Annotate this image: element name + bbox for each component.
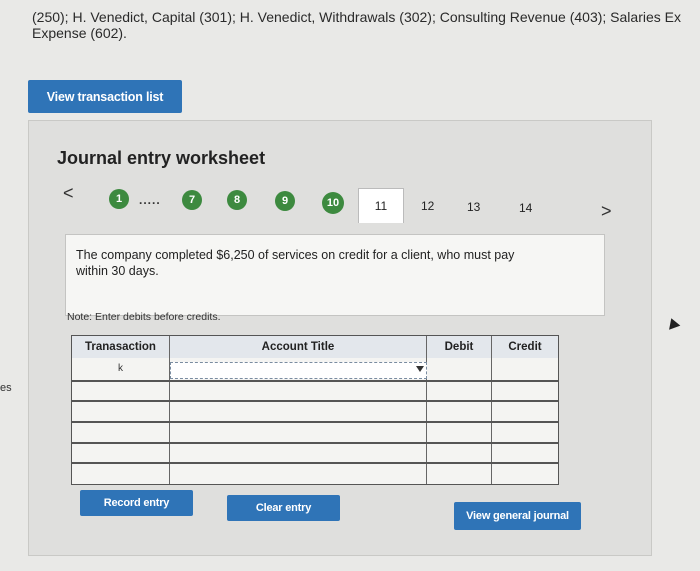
transaction-description-box: The company completed $6,250 of services…	[65, 234, 605, 316]
chevron-down-icon[interactable]	[416, 366, 424, 372]
account-title-dropdown[interactable]	[170, 362, 427, 379]
tab-13[interactable]: 13	[467, 200, 480, 214]
transaction-cell: k	[118, 363, 123, 374]
row-divider	[72, 400, 558, 402]
left-edge-fragment: es	[0, 382, 12, 394]
record-entry-button[interactable]: Record entry	[80, 490, 193, 516]
account-title-column-header: Account Title	[170, 336, 427, 358]
view-transaction-list-button[interactable]: View transaction list	[28, 80, 182, 113]
mouse-cursor-icon	[665, 316, 681, 330]
step-8-button[interactable]: 8	[227, 190, 247, 210]
transaction-description: The company completed $6,250 of services…	[76, 248, 515, 278]
journal-entry-worksheet-panel: Journal entry worksheet < 1 ..... 7 8 9 …	[28, 120, 652, 556]
tab-11-current[interactable]: 11	[358, 188, 404, 223]
step-7-button[interactable]: 7	[182, 190, 202, 210]
next-chevron-icon[interactable]: >	[601, 201, 612, 222]
step-ellipsis: .....	[139, 193, 161, 207]
previous-chevron-icon[interactable]: <	[63, 183, 74, 204]
debit-column-header: Debit	[427, 336, 492, 358]
journal-entry-table: Tranasaction Account Title Debit Credit …	[71, 335, 559, 485]
row-divider	[72, 442, 558, 444]
instruction-header: (250); H. Venedict, Capital (301); H. Ve…	[32, 9, 700, 41]
row-divider	[72, 421, 558, 423]
transaction-column-header: Tranasaction	[72, 336, 170, 358]
row-divider	[72, 462, 558, 464]
worksheet-title: Journal entry worksheet	[57, 148, 266, 168]
step-9-button[interactable]: 9	[275, 191, 295, 211]
header-line-1: (250); H. Venedict, Capital (301); H. Ve…	[32, 9, 681, 25]
clear-entry-button[interactable]: Clear entry	[227, 495, 340, 521]
header-line-2: Expense (602).	[32, 25, 127, 41]
tab-14[interactable]: 14	[519, 201, 532, 215]
row-divider	[72, 380, 558, 382]
step-1-button[interactable]: 1	[109, 189, 129, 209]
credit-column-header: Credit	[492, 336, 558, 358]
note-text: Note: Enter debits before credits.	[67, 311, 221, 323]
view-general-journal-button[interactable]: View general journal	[454, 502, 581, 530]
tab-12[interactable]: 12	[421, 199, 434, 213]
step-10-button[interactable]: 10	[322, 192, 344, 214]
